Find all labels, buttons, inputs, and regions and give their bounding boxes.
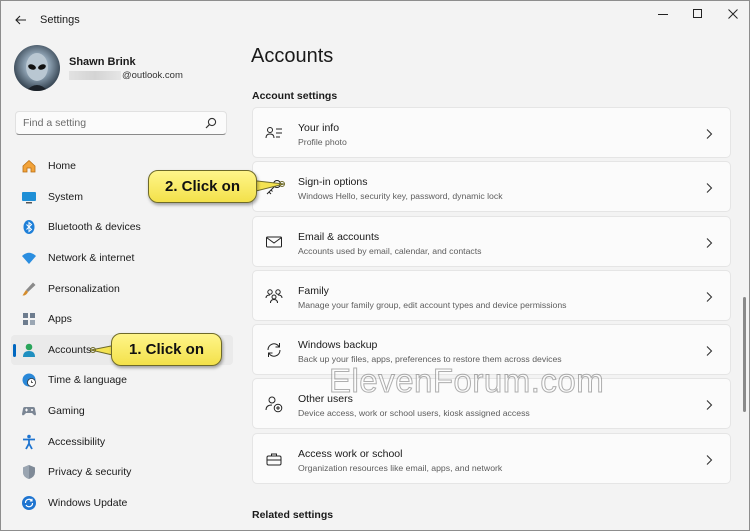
- chevron-right-icon: [706, 237, 713, 248]
- shield-icon: [21, 464, 37, 480]
- sidebar-item-bluetooth[interactable]: Bluetooth & devices: [11, 212, 233, 243]
- sidebar-item-label: Accessibility: [48, 435, 106, 448]
- callout-step-1: 1. Click on: [89, 332, 223, 368]
- back-arrow-icon: [15, 15, 26, 25]
- card-sign-in-options[interactable]: Sign-in options Windows Hello, security …: [252, 161, 731, 213]
- scrollbar-thumb[interactable]: [743, 297, 746, 412]
- callout-label: 1. Click on: [111, 333, 222, 366]
- card-title: Access work or school: [298, 447, 403, 460]
- minimize-button[interactable]: [647, 5, 679, 23]
- back-button[interactable]: [10, 10, 32, 30]
- search-input[interactable]: [23, 115, 203, 131]
- bluetooth-icon: [21, 219, 37, 235]
- chevron-right-icon: [706, 183, 713, 194]
- card-subtitle: Device access, work or school users, kio…: [298, 408, 530, 419]
- watermark: ElevenForum.com: [328, 362, 605, 400]
- card-subtitle: Manage your family group, edit account t…: [298, 299, 567, 310]
- wifi-icon: [21, 250, 37, 266]
- sidebar-item-label: Home: [48, 160, 77, 173]
- settings-window: Settings Shawn Brink @outlook.com Find a…: [0, 0, 750, 531]
- card-family[interactable]: Family Manage your family group, edit ac…: [252, 269, 731, 321]
- mail-icon: [265, 233, 283, 251]
- card-title: Windows backup: [298, 339, 378, 352]
- card-subtitle: Organization resources like email, apps,…: [298, 462, 503, 473]
- chevron-right-icon: [706, 400, 713, 411]
- sidebar-item-label: Time & language: [48, 374, 127, 387]
- card-subtitle: Profile photo: [298, 137, 347, 147]
- redacted-email-prefix: [69, 70, 121, 80]
- card-your-info[interactable]: Your info Profile photo: [252, 107, 731, 158]
- person-info-icon: [265, 124, 283, 142]
- sidebar-item-time-language[interactable]: Time & language: [11, 365, 233, 396]
- alien-avatar-icon: [26, 53, 48, 91]
- card-email-accounts[interactable]: Email & accounts Accounts used by email,…: [252, 215, 731, 267]
- close-icon: [728, 9, 738, 19]
- section-heading: Account settings: [252, 90, 338, 102]
- search-icon[interactable]: [205, 117, 217, 129]
- related-settings-heading: Related settings: [252, 509, 334, 521]
- search-box[interactable]: [15, 111, 227, 135]
- user-name: Shawn Brink: [69, 56, 136, 68]
- chevron-right-icon: [706, 129, 713, 139]
- user-email-domain: @outlook.com: [122, 70, 183, 81]
- callout-step-2: 2. Click on: [148, 169, 288, 205]
- close-button[interactable]: [717, 5, 749, 23]
- brush-icon: [21, 281, 37, 297]
- settings-card-list: Your info Profile photo Sign-in options …: [252, 107, 731, 487]
- monitor-icon: [21, 189, 37, 205]
- callout-label: 2. Click on: [148, 170, 257, 203]
- card-access-work-school[interactable]: Access work or school Organization resou…: [252, 432, 731, 484]
- sidebar-item-label: Network & internet: [48, 252, 135, 265]
- user-email: @outlook.com: [69, 70, 183, 81]
- home-icon: [21, 158, 37, 174]
- apps-icon: [21, 311, 37, 327]
- sidebar-item-apps[interactable]: Apps: [11, 304, 233, 335]
- card-title: Sign-in options: [298, 176, 368, 189]
- globe-clock-icon: [21, 372, 37, 388]
- sidebar-item-network[interactable]: Network & internet: [11, 243, 233, 274]
- sidebar-item-label: Windows Update: [48, 496, 128, 509]
- sidebar-item-label: System: [48, 190, 84, 203]
- briefcase-icon: [265, 450, 283, 468]
- sidebar-item-label: Apps: [48, 313, 72, 326]
- title-bar: Settings: [1, 1, 749, 39]
- card-subtitle: Accounts used by email, calendar, and co…: [298, 245, 482, 256]
- sidebar-item-windows-update[interactable]: Windows Update: [11, 488, 233, 519]
- sync-icon: [265, 341, 283, 359]
- card-title: Family: [298, 284, 329, 297]
- sidebar-item-label: Accounts: [48, 343, 92, 356]
- sidebar-item-label: Gaming: [48, 405, 85, 418]
- sidebar-item-label: Bluetooth & devices: [48, 221, 141, 234]
- chevron-right-icon: [706, 292, 713, 302]
- gamepad-icon: [21, 403, 37, 419]
- update-icon: [21, 495, 37, 511]
- sidebar-item-accessibility[interactable]: Accessibility: [11, 426, 233, 457]
- minimize-icon: [658, 14, 668, 15]
- accessibility-icon: [21, 434, 37, 450]
- chevron-right-icon: [706, 454, 713, 465]
- card-title: Email & accounts: [298, 230, 380, 243]
- app-title: Settings: [40, 14, 80, 26]
- maximize-button[interactable]: [682, 5, 714, 23]
- page-title: Accounts: [251, 45, 334, 67]
- chevron-right-icon: [706, 346, 713, 357]
- person-icon: [21, 342, 37, 358]
- avatar[interactable]: [14, 45, 60, 91]
- sidebar-item-privacy-security[interactable]: Privacy & security: [11, 457, 233, 488]
- active-indicator: [13, 343, 16, 357]
- add-person-icon: [265, 395, 283, 413]
- maximize-icon: [693, 9, 702, 18]
- sidebar-item-label: Personalization: [48, 282, 120, 295]
- sidebar-item-label: Privacy & security: [48, 466, 132, 479]
- sidebar-item-gaming[interactable]: Gaming: [11, 396, 233, 427]
- family-icon: [265, 287, 283, 305]
- card-subtitle: Windows Hello, security key, password, d…: [298, 191, 503, 202]
- sidebar-item-personalization[interactable]: Personalization: [11, 273, 233, 304]
- card-title: Your info: [298, 122, 340, 134]
